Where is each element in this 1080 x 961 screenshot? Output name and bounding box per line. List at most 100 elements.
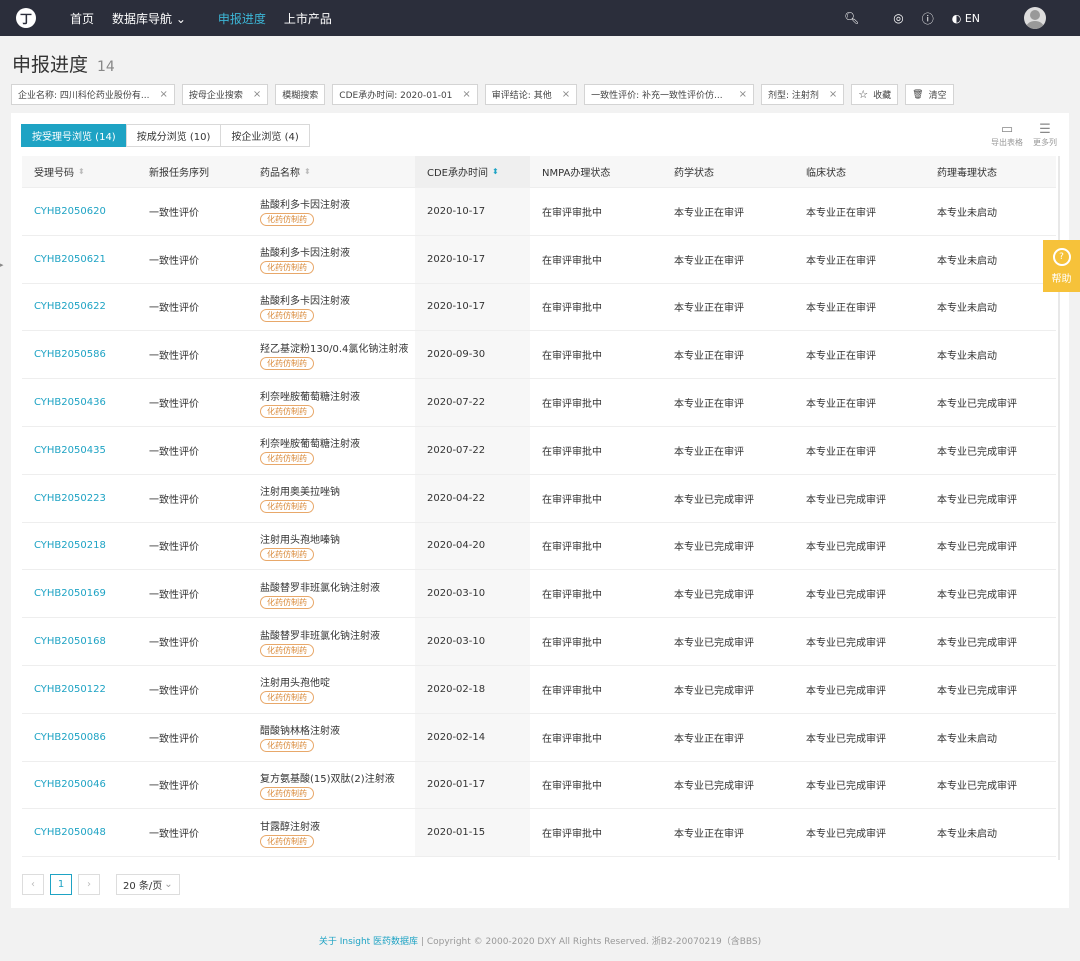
nav-home[interactable]: 首页 bbox=[70, 10, 94, 27]
close-icon[interactable]: × bbox=[562, 89, 570, 100]
next-page-button[interactable]: › bbox=[78, 874, 100, 895]
col-drug[interactable]: 药品名称 ⬍ bbox=[248, 164, 415, 179]
accept-number-link[interactable]: CYHB2050620 bbox=[22, 206, 137, 217]
toxicology-status: 本专业已完成审评 bbox=[937, 446, 1017, 458]
question-icon[interactable]: ⓘ bbox=[922, 10, 934, 27]
prev-page-button[interactable]: ‹ bbox=[22, 874, 44, 895]
accept-number-link[interactable]: CYHB2050122 bbox=[22, 684, 137, 695]
accept-number-link[interactable]: CYHB2050435 bbox=[22, 445, 137, 456]
drug-name: 盐酸利多卡因注射液 bbox=[260, 295, 350, 307]
toxicology-status: 本专业已完成审评 bbox=[937, 638, 1017, 650]
table-row: CYHB2050086 一致性评价 醋酸钠林格注射液 化药仿制药 2020-02-14 在… bbox=[22, 713, 1056, 762]
table-header: 受理号码 ⬍ 新报任务序列 药品名称 ⬍ CDE承办时间 ⬍ NMPA办理状态 药学状… bbox=[22, 156, 1056, 188]
accept-number[interactable]: CYHB2050218 bbox=[34, 540, 106, 551]
col-cde-date[interactable]: CDE承办时间 ⬍ bbox=[415, 156, 530, 188]
nav-database[interactable]: 数据库导航 ⌄ bbox=[112, 10, 186, 27]
clear-button[interactable]: 🗑︎ 清空 bbox=[905, 84, 954, 105]
page-1-button[interactable]: 1 bbox=[50, 874, 72, 895]
col-pharmacy: 药学状态 bbox=[662, 164, 794, 179]
tab-by-company[interactable]: 按企业浏览 (4) bbox=[220, 124, 310, 147]
accept-number-link[interactable]: CYHB2050218 bbox=[22, 540, 137, 551]
close-icon[interactable]: × bbox=[462, 89, 470, 100]
tab-by-number[interactable]: 按受理号浏览 (14) bbox=[21, 124, 127, 147]
nav-products[interactable]: 上市产品 bbox=[284, 10, 332, 27]
avatar[interactable] bbox=[1024, 7, 1046, 29]
accept-number-link[interactable]: CYHB2050621 bbox=[22, 254, 137, 265]
help-button[interactable]: ? 帮助 bbox=[1043, 240, 1080, 292]
close-icon[interactable]: × bbox=[159, 89, 167, 100]
bulb-icon[interactable]: ◎ bbox=[893, 11, 903, 25]
favorite-label: 收藏 bbox=[873, 91, 892, 101]
tab-by-ingredient[interactable]: 按成分浏览 (10) bbox=[125, 124, 222, 147]
accept-number[interactable]: CYHB2050168 bbox=[34, 636, 106, 647]
more-columns-button[interactable]: ☰ 更多列 bbox=[1033, 123, 1057, 148]
accept-number-link[interactable]: CYHB2050168 bbox=[22, 636, 137, 647]
trash-icon: 🗑︎ bbox=[912, 89, 924, 100]
favorite-button[interactable]: ☆ 收藏 bbox=[851, 84, 899, 105]
accept-number[interactable]: CYHB2050086 bbox=[34, 732, 106, 743]
filter-consistency[interactable]: 一致性评价: 补充一致性评价仿... × bbox=[584, 84, 754, 105]
nav-progress[interactable]: 申报进度 bbox=[218, 10, 266, 27]
language-switch[interactable]: ◐ EN bbox=[952, 12, 980, 25]
drug-type-badge: 化药仿制药 bbox=[260, 547, 314, 561]
close-icon[interactable]: × bbox=[253, 89, 261, 100]
drug-info: 注射用奥美拉唑钠 化药仿制药 bbox=[260, 483, 415, 514]
accept-number[interactable]: CYHB2050169 bbox=[34, 588, 106, 599]
filter-cde-date[interactable]: CDE承办时间: 2020-01-01 × bbox=[332, 84, 478, 105]
accept-number[interactable]: CYHB2050223 bbox=[34, 493, 106, 504]
logo[interactable]: 丁 bbox=[16, 8, 36, 28]
accept-number-link[interactable]: CYHB2050048 bbox=[22, 827, 137, 838]
accept-number[interactable]: CYHB2050622 bbox=[34, 301, 106, 312]
drug-name: 盐酸利多卡因注射液 bbox=[260, 248, 350, 260]
cde-date: 2020-03-10 bbox=[415, 618, 530, 665]
footer-link[interactable]: 关于 Insight 医药数据库 bbox=[319, 937, 418, 947]
accept-number-link[interactable]: CYHB2050586 bbox=[22, 349, 137, 360]
filter-parent-company[interactable]: 按母企业搜索 × bbox=[181, 84, 269, 105]
accept-number[interactable]: CYHB2050620 bbox=[34, 206, 106, 217]
drug-cell: 注射用奥美拉唑钠 化药仿制药 bbox=[248, 483, 415, 514]
accept-number-link[interactable]: CYHB2050086 bbox=[22, 732, 137, 743]
clinical-status: 本专业正在审评 bbox=[806, 351, 876, 363]
filter-company[interactable]: 企业名称: 四川科伦药业股份有... × bbox=[11, 84, 175, 105]
accept-number-link[interactable]: CYHB2050046 bbox=[22, 779, 137, 790]
accept-number-link[interactable]: CYHB2050622 bbox=[22, 301, 137, 312]
accept-number[interactable]: CYHB2050435 bbox=[34, 445, 106, 456]
sort-icon[interactable]: ⬍ bbox=[304, 167, 311, 176]
clinical-status: 本专业正在审评 bbox=[806, 255, 876, 267]
chevron-right-icon[interactable]: ▸ bbox=[0, 258, 8, 272]
fuzzy-search-button[interactable]: 模糊搜索 bbox=[275, 84, 326, 105]
title-bar: 申报进度 14 bbox=[0, 36, 1080, 77]
close-icon[interactable]: × bbox=[829, 89, 837, 100]
page-title: 申报进度 bbox=[12, 54, 89, 76]
drug-name: 复方氨基酸(15)双肽(2)注射液 bbox=[260, 773, 395, 785]
table-row: CYHB2050169 一致性评价 盐酸替罗非班氯化钠注射液 化药仿制药 2020-03… bbox=[22, 570, 1056, 619]
clinical-status: 本专业已完成审评 bbox=[806, 685, 886, 697]
pharmacy-status: 本专业正在审评 bbox=[674, 351, 744, 363]
drug-type-badge: 化药仿制药 bbox=[260, 786, 314, 800]
accept-number[interactable]: CYHB2050586 bbox=[34, 349, 106, 360]
drug-name: 醋酸钠林格注射液 bbox=[260, 726, 340, 738]
accept-number-link[interactable]: CYHB2050169 bbox=[22, 588, 137, 599]
filter-dosage[interactable]: 剂型: 注射剂 × bbox=[760, 84, 845, 105]
pagination: ‹ 1 › 20 条/页 ⌄ bbox=[22, 874, 180, 895]
close-icon[interactable]: × bbox=[739, 89, 747, 100]
search-icon[interactable]: 🔍︎ bbox=[844, 11, 859, 25]
page-size-label: 20 条/页 bbox=[123, 881, 163, 892]
filter-conclusion[interactable]: 审评结论: 其他 × bbox=[484, 84, 578, 105]
accept-number[interactable]: CYHB2050436 bbox=[34, 397, 106, 408]
accept-number[interactable]: CYHB2050048 bbox=[34, 827, 106, 838]
sort-icon[interactable]: ⬍ bbox=[78, 167, 85, 176]
accept-number[interactable]: CYHB2050122 bbox=[34, 684, 106, 695]
accept-number[interactable]: CYHB2050621 bbox=[34, 254, 106, 265]
export-button[interactable]: ▭ 导出表格 bbox=[991, 123, 1023, 148]
toxicology-status: 本专业已完成审评 bbox=[937, 542, 1017, 554]
accept-number-link[interactable]: CYHB2050436 bbox=[22, 397, 137, 408]
accept-number[interactable]: CYHB2050046 bbox=[34, 779, 106, 790]
page-size-select[interactable]: 20 条/页 ⌄ bbox=[116, 874, 180, 895]
task-type: 一致性评价 bbox=[149, 303, 199, 315]
col-accept-no[interactable]: 受理号码 ⬍ bbox=[22, 164, 137, 179]
drug-info: 注射用头孢地嗪钠 化药仿制药 bbox=[260, 531, 415, 561]
toxicology-status: 本专业未启动 bbox=[937, 351, 997, 363]
accept-number-link[interactable]: CYHB2050223 bbox=[22, 493, 137, 504]
sort-icon[interactable]: ⬍ bbox=[492, 167, 499, 176]
